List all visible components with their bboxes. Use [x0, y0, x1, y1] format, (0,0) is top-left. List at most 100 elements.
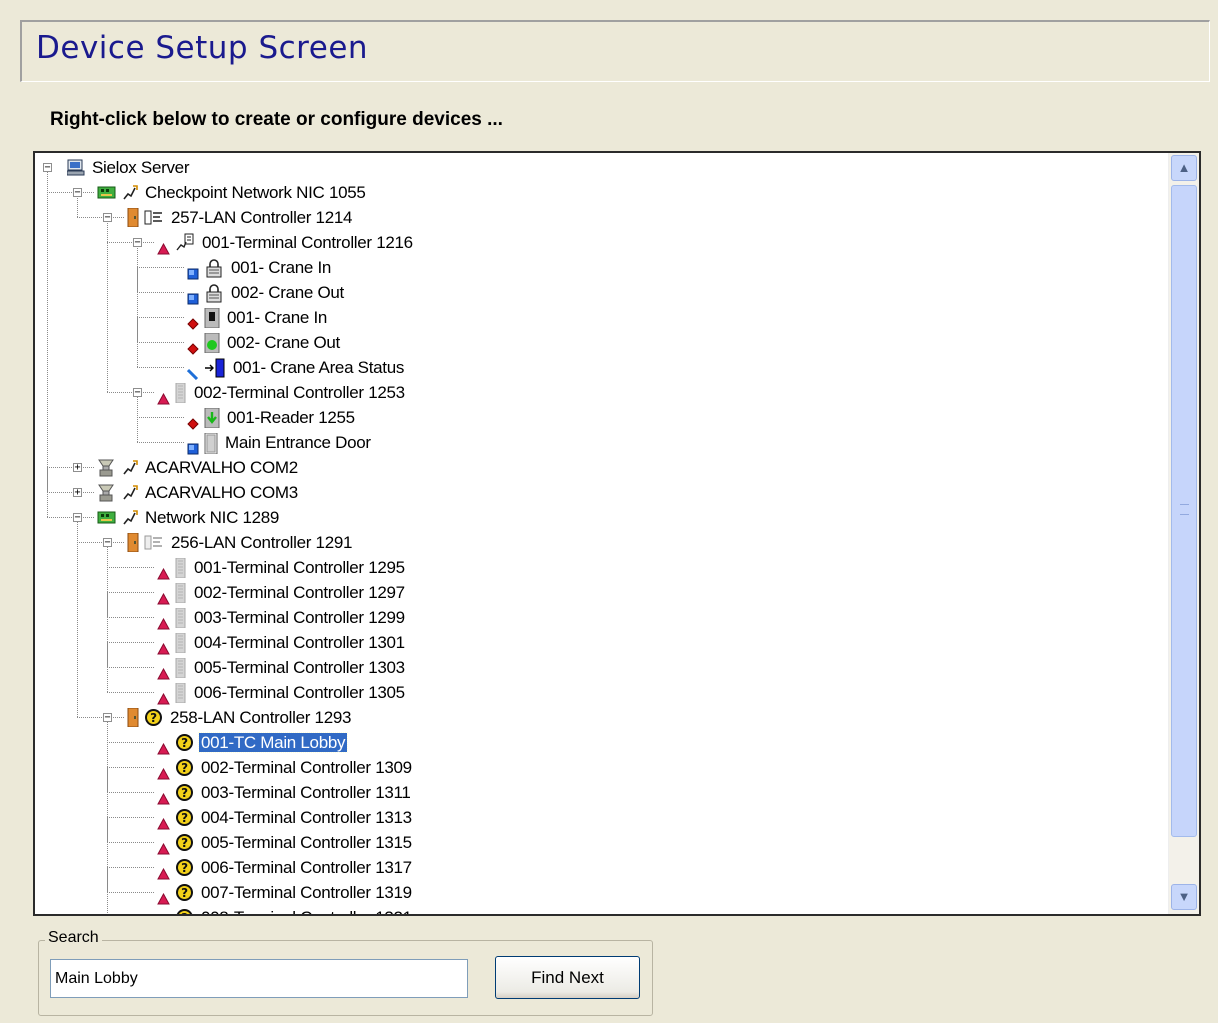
device-tree-panel[interactable]: − Sielox Server − Checkpoint Network NIC 10… — [33, 151, 1201, 916]
tree-node-label: Checkpoint Network NIC 1055 — [145, 183, 366, 202]
svg-text:?: ? — [181, 911, 188, 914]
tree-node[interactable]: 002- Crane Out — [187, 280, 346, 305]
tree-node[interactable]: ? 003-Terminal Controller 1311 — [157, 780, 413, 805]
tree-node-label: 005-Terminal Controller 1303 — [194, 658, 405, 677]
tree-connector-line — [107, 767, 154, 768]
find-next-button[interactable]: Find Next — [495, 956, 640, 999]
tree-node[interactable]: 001-Terminal Controller 1295 — [157, 555, 407, 580]
tree-node[interactable]: ? 005-Terminal Controller 1315 — [157, 830, 414, 855]
tree-node[interactable]: 002- Crane Out — [187, 330, 342, 355]
tree-connector-line — [137, 317, 138, 342]
tree-node-selected[interactable]: ? 001-TC Main Lobby — [157, 730, 349, 755]
tree-connector-line — [107, 617, 108, 642]
vertical-scrollbar[interactable]: ▲ ▼ — [1168, 153, 1199, 914]
collapse-toggle[interactable]: − — [133, 238, 142, 248]
tree-connector-line — [107, 742, 108, 767]
tree-connector-line — [107, 567, 108, 592]
svg-text:?: ? — [181, 736, 188, 750]
tree-node[interactable]: 001- Crane In — [187, 305, 329, 330]
tree-node[interactable]: 001- Crane Area Status — [186, 355, 406, 381]
tree-connector-line — [107, 892, 108, 914]
collapse-toggle[interactable]: − — [73, 188, 82, 198]
svg-text:?: ? — [181, 886, 188, 900]
tree-node[interactable]: 001-Terminal Controller 1216 — [157, 230, 415, 255]
tree-connector-line — [47, 517, 94, 518]
tree-node[interactable]: ? 002-Terminal Controller 1309 — [157, 755, 414, 780]
lan-controller-icon — [127, 707, 139, 734]
tree-node-label: 001- Crane In — [231, 258, 332, 277]
tree-node[interactable]: ? 008-Terminal Controller 1321 — [157, 905, 414, 914]
tree-connector-line — [137, 342, 184, 343]
collapse-toggle[interactable]: − — [103, 538, 112, 548]
search-legend: Search — [45, 929, 102, 947]
tree-node[interactable]: 002-Terminal Controller 1253 — [157, 380, 407, 405]
search-input[interactable] — [50, 959, 468, 998]
tree-node[interactable]: ACARVALHO COM3 — [97, 480, 300, 505]
tree-connector-line — [107, 642, 154, 643]
tree-node-label: Main Entrance Door — [225, 433, 371, 452]
collapse-toggle[interactable]: − — [103, 213, 112, 223]
collapse-toggle[interactable]: − — [133, 388, 142, 398]
tree-connector-line — [107, 867, 108, 892]
expand-toggle[interactable]: + — [73, 463, 82, 473]
warning-triangle-icon — [157, 237, 170, 262]
tree-node[interactable]: ACARVALHO COM2 — [97, 455, 300, 480]
scroll-thumb[interactable] — [1171, 185, 1197, 837]
tree-connector-line — [107, 617, 154, 618]
tree-node-label: 008-Terminal Controller 1321 — [199, 908, 414, 914]
scroll-up-button[interactable]: ▲ — [1171, 155, 1197, 181]
tree-connector-line — [107, 817, 154, 818]
tree-node[interactable]: 002-Terminal Controller 1297 — [157, 580, 407, 605]
tree-node-label: 003-Terminal Controller 1311 — [201, 783, 411, 802]
tree-node-label: 003-Terminal Controller 1299 — [194, 608, 405, 627]
tree-node[interactable]: 005-Terminal Controller 1303 — [157, 655, 407, 680]
tree-node[interactable]: ? 007-Terminal Controller 1319 — [157, 880, 414, 905]
tree-connector-line — [47, 192, 48, 467]
tree-node[interactable]: 006-Terminal Controller 1305 — [157, 680, 407, 705]
tree-node[interactable]: Main Entrance Door — [187, 430, 373, 455]
tree-node-label: 001-TC Main Lobby — [197, 732, 349, 753]
tree-connector-line — [137, 367, 184, 368]
tree-connector-line — [47, 492, 48, 517]
tree-connector-line — [107, 567, 154, 568]
tree-node[interactable]: 257-LAN Controller 1214 — [127, 205, 354, 230]
tree-connector-line — [47, 192, 94, 193]
tree-connector-line — [107, 642, 108, 667]
tree-node-label: 001-Terminal Controller 1216 — [202, 233, 413, 252]
tree-node-label: 001-Reader 1255 — [227, 408, 355, 427]
tree-connector-line — [137, 267, 138, 292]
collapse-toggle[interactable]: − — [43, 163, 52, 173]
tree-connector-line — [107, 842, 154, 843]
tree-connector-line — [107, 392, 154, 393]
tree-connector-line — [77, 542, 78, 717]
tree-node[interactable]: ? 258-LAN Controller 1293 — [127, 705, 353, 730]
svg-text:?: ? — [181, 811, 188, 825]
collapse-toggle[interactable]: − — [73, 513, 82, 523]
tree-node[interactable]: Network NIC 1289 — [97, 505, 281, 530]
tree-node[interactable]: 001-Reader 1255 — [187, 405, 357, 430]
tree-node[interactable]: ? 006-Terminal Controller 1317 — [157, 855, 414, 880]
tree-node-label: 002-Terminal Controller 1309 — [201, 758, 412, 777]
scroll-down-button[interactable]: ▼ — [1171, 884, 1197, 910]
tree-node-label: 001-Terminal Controller 1295 — [194, 558, 405, 577]
tree-node[interactable]: 256-LAN Controller 1291 — [127, 530, 354, 555]
tree-node[interactable]: Sielox Server — [66, 155, 191, 180]
tree-connector-line — [137, 317, 184, 318]
tree-node-label: 005-Terminal Controller 1315 — [201, 833, 412, 852]
warning-triangle-icon — [157, 912, 170, 914]
tree-node-label: 001- Crane In — [227, 308, 328, 327]
tree-node-label: 006-Terminal Controller 1317 — [201, 858, 412, 877]
tree-node[interactable]: 003-Terminal Controller 1299 — [157, 605, 407, 630]
tree-node[interactable]: 001- Crane In — [187, 255, 333, 280]
tree-node-label: 256-LAN Controller 1291 — [171, 533, 353, 552]
expand-toggle[interactable]: + — [73, 488, 82, 498]
tree-connector-line — [107, 242, 154, 243]
device-tree[interactable]: − Sielox Server − Checkpoint Network NIC 10… — [35, 153, 1167, 914]
tree-node[interactable]: Checkpoint Network NIC 1055 — [97, 180, 368, 205]
tree-node[interactable]: 004-Terminal Controller 1301 — [157, 630, 407, 655]
tree-connector-line — [137, 417, 184, 418]
tree-node[interactable]: ? 004-Terminal Controller 1313 — [157, 805, 414, 830]
collapse-toggle[interactable]: − — [103, 713, 112, 723]
network-card-icon — [97, 508, 117, 533]
tree-connector-line — [137, 342, 138, 367]
